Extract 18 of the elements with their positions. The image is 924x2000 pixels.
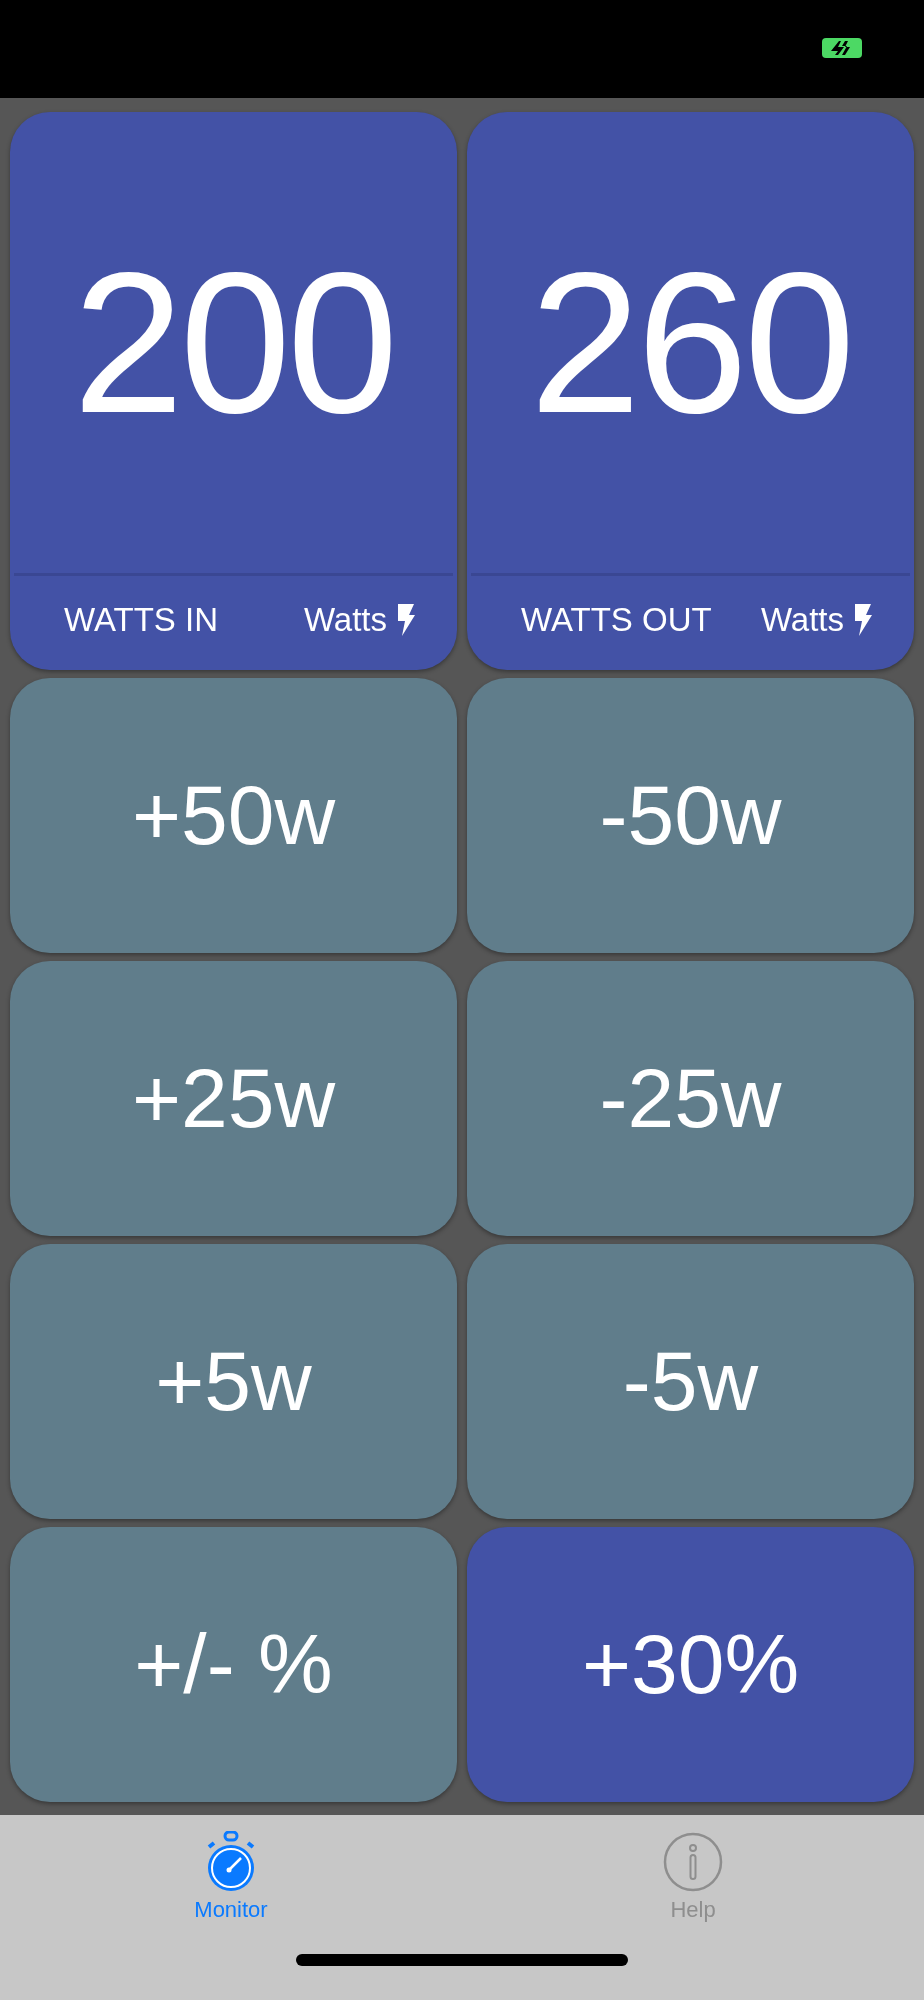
adjust-button[interactable]: -25w (467, 961, 914, 1236)
lightning-icon (397, 604, 415, 636)
readout-label: WATTS OUT (521, 601, 712, 639)
watts-value: 200 (72, 242, 395, 443)
tab[interactable]: Monitor (0, 1815, 462, 2000)
adjust-button[interactable]: +50w (10, 678, 457, 953)
watts-value: 260 (529, 242, 852, 443)
unit-label: Watts (760, 601, 844, 639)
adjust-button[interactable]: -50w (467, 678, 914, 953)
info-icon (662, 1831, 724, 1893)
unit-label: Watts (303, 601, 387, 639)
lightning-icon (854, 604, 872, 636)
readout-label: WATTS IN (64, 601, 218, 639)
adjust-button[interactable]: +/- % (10, 1527, 457, 1802)
adjust-button[interactable]: +30% (467, 1527, 914, 1802)
adjust-button[interactable]: +25w (10, 961, 457, 1236)
adjust-button[interactable]: +5w (10, 1244, 457, 1519)
adjust-button[interactable]: -5w (467, 1244, 914, 1519)
